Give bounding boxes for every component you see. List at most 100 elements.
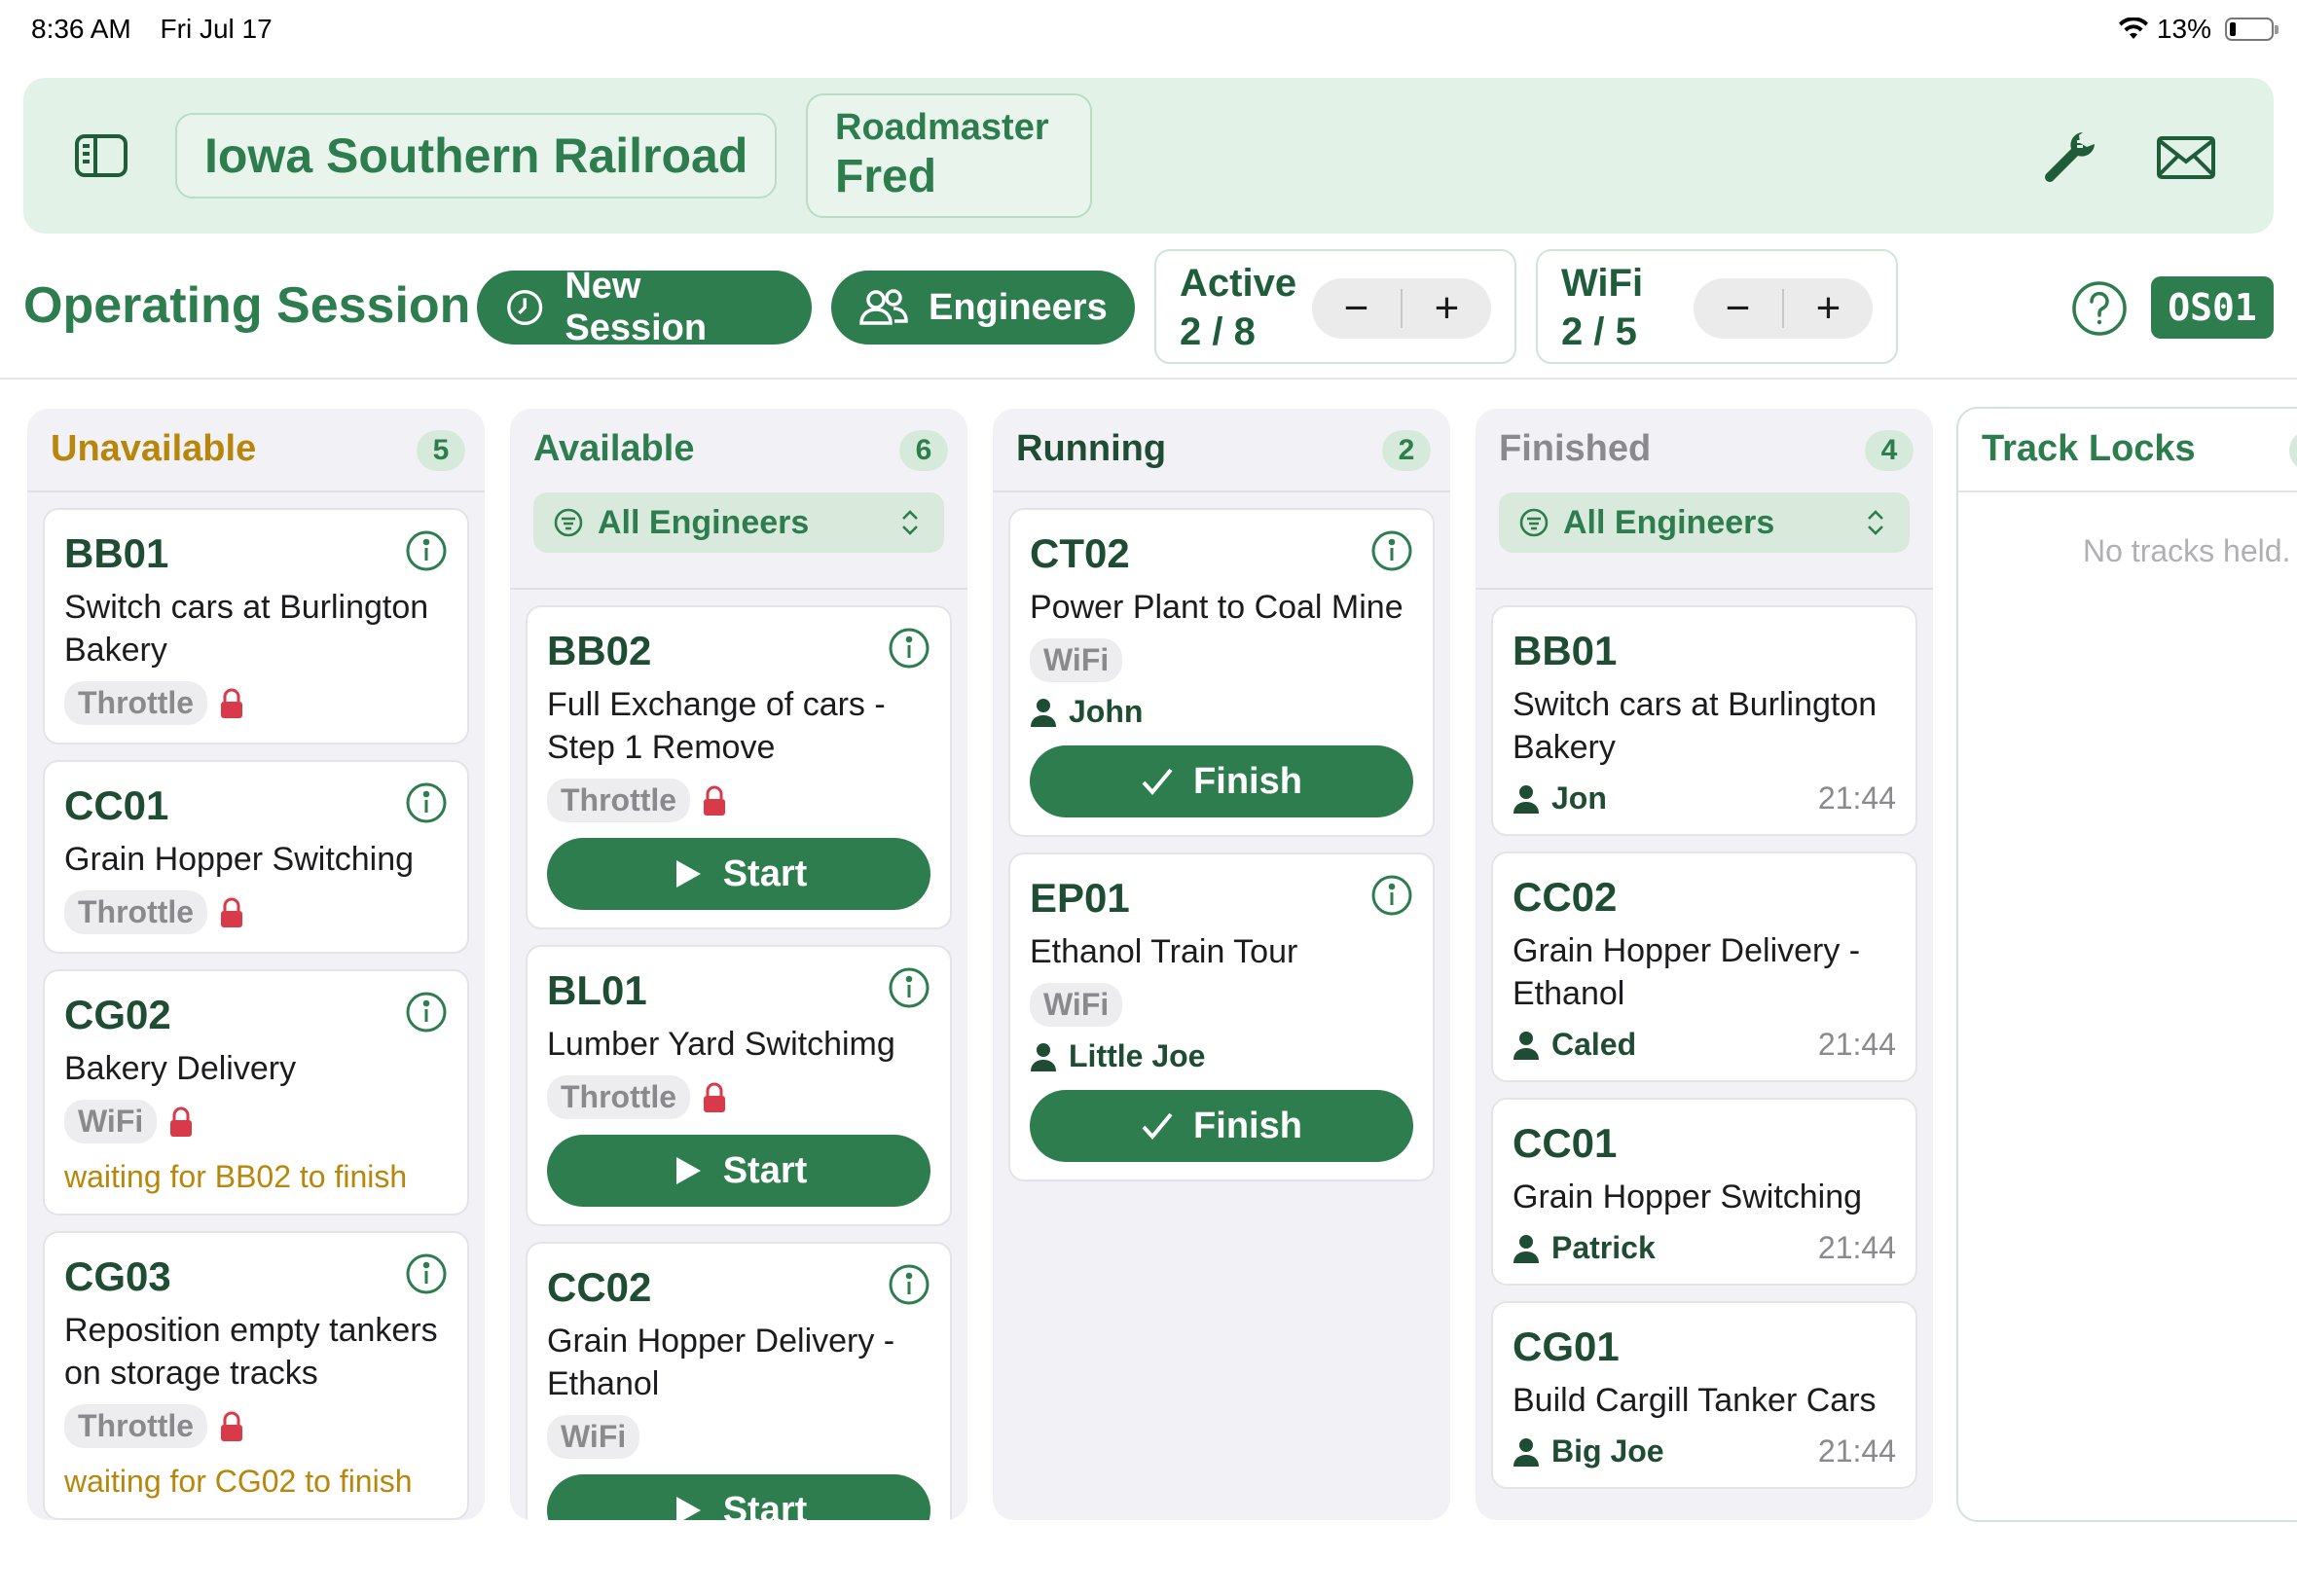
info-icon[interactable]	[888, 966, 930, 1009]
header-banner: Iowa Southern Railroad Roadmaster Fred	[23, 78, 2274, 234]
job-card[interactable]: CT02 Power Plant to Coal Mine WiFi John …	[1008, 508, 1435, 837]
column-running: Running 2 CT02 Power Plant to Coal Mine …	[993, 409, 1450, 1520]
track-locks-title: Track Locks	[1982, 428, 2196, 469]
finish-time: 21:44	[1817, 1027, 1896, 1062]
job-id: CG03	[64, 1253, 171, 1299]
control-tag: Throttle	[547, 779, 691, 822]
new-session-icon	[507, 289, 543, 326]
info-icon[interactable]	[1370, 874, 1413, 917]
start-button[interactable]: Start	[547, 1474, 930, 1520]
wifi-stepper: − +	[1694, 278, 1873, 339]
job-card[interactable]: CC02 Grain Hopper Delivery - Ethanol Cal…	[1491, 852, 1917, 1082]
control-tag: Throttle	[547, 1075, 691, 1119]
engineer-filter-select[interactable]: All Engineers	[533, 492, 944, 553]
lock-icon	[221, 688, 243, 718]
status-date: Fri Jul 17	[160, 14, 273, 44]
control-tag: Throttle	[64, 681, 208, 725]
job-card[interactable]: BB01 Switch cars at Burlington Bakery Jo…	[1491, 605, 1917, 836]
new-session-label: New Session	[565, 266, 708, 348]
job-card[interactable]: CG02 Bakery Delivery WiFi waiting for BB…	[43, 969, 469, 1215]
person-icon	[1031, 1042, 1056, 1071]
start-button[interactable]: Start	[547, 838, 930, 910]
play-icon	[675, 860, 701, 888]
job-description: Grain Hopper Delivery - Ethanol	[1513, 932, 1861, 1012]
column-count-badge: 2	[1382, 430, 1431, 471]
status-bar: 8:36 AM Fri Jul 17 13%	[0, 0, 2297, 62]
finish-button[interactable]: Finish	[1030, 1090, 1413, 1162]
wrench-icon[interactable]	[2038, 127, 2100, 189]
lock-icon	[221, 897, 243, 927]
column-header: Available 6	[510, 409, 967, 492]
empty-state-text: No tracks held.	[2083, 533, 2291, 568]
start-label: Start	[722, 1489, 808, 1521]
start-button[interactable]: Start	[547, 1135, 930, 1207]
active-decrement-button[interactable]: −	[1312, 278, 1401, 339]
wifi-value: 2 / 5	[1561, 310, 1637, 353]
info-icon[interactable]	[405, 1252, 448, 1295]
engineer-name: Jon	[1551, 780, 1607, 816]
info-icon[interactable]	[405, 781, 448, 824]
job-id: CC01	[1513, 1120, 1618, 1166]
column-count-badge: 6	[899, 430, 948, 471]
play-icon	[675, 1157, 701, 1184]
lock-icon	[170, 1106, 193, 1137]
info-icon[interactable]	[405, 991, 448, 1034]
user-role-box[interactable]: Roadmaster Fred	[806, 93, 1092, 218]
job-id: BB01	[64, 530, 169, 576]
person-icon	[1031, 698, 1056, 727]
info-icon[interactable]	[888, 1263, 930, 1306]
job-description: Lumber Yard Switchimg	[547, 1026, 895, 1063]
people-icon	[859, 289, 908, 325]
filter-icon	[1519, 508, 1549, 537]
job-id: CC02	[1513, 874, 1618, 920]
engineer-row: Big Joe 21:44	[1513, 1433, 1896, 1469]
wifi-decrement-button[interactable]: −	[1694, 278, 1782, 339]
job-card[interactable]: CC01 Grain Hopper Switching Patrick 21:4…	[1491, 1098, 1917, 1286]
checkmark-icon	[1142, 768, 1173, 796]
column-count-badge: 4	[1865, 430, 1914, 471]
info-icon[interactable]	[1370, 529, 1413, 572]
filter-icon	[554, 508, 583, 537]
job-card[interactable]: EP01 Ethanol Train Tour WiFi Little Joe …	[1008, 852, 1435, 1181]
job-card[interactable]: CC02 Grain Hopper Delivery - Ethanol WiF…	[526, 1242, 952, 1520]
toolbar-divider	[0, 378, 2297, 380]
railroad-name[interactable]: Iowa Southern Railroad	[175, 113, 778, 199]
person-icon	[1513, 1437, 1539, 1467]
control-tag: Throttle	[64, 890, 208, 934]
job-card[interactable]: BL01 Lumber Yard Switchimg Throttle Star…	[526, 945, 952, 1226]
engineers-button[interactable]: Engineers	[831, 271, 1135, 345]
job-description: Grain Hopper Switching	[64, 841, 415, 878]
wifi-increment-button[interactable]: +	[1784, 278, 1873, 339]
active-value: 2 / 8	[1180, 310, 1256, 353]
lock-icon	[221, 1411, 243, 1441]
job-card[interactable]: CG03 Reposition empty tankers on storage…	[43, 1231, 469, 1520]
job-card[interactable]: BB02 Full Exchange of cars - Step 1 Remo…	[526, 605, 952, 929]
job-card[interactable]: CC01 Grain Hopper Switching Throttle	[43, 760, 469, 954]
session-code-badge[interactable]: OS01	[2151, 276, 2274, 339]
chevron-updown-icon	[902, 510, 918, 535]
wifi-label: WiFi	[1561, 262, 1644, 305]
envelope-icon[interactable]	[2155, 127, 2217, 189]
help-icon[interactable]	[2071, 280, 2128, 337]
finish-button[interactable]: Finish	[1030, 745, 1413, 817]
engineer-name: Big Joe	[1551, 1433, 1664, 1469]
engineer-name: Caled	[1551, 1027, 1637, 1062]
track-locks-panel: Track Locks No tracks held.	[1956, 407, 2297, 1522]
waiting-note: waiting for CG02 to finish	[64, 1464, 413, 1499]
job-card[interactable]: BB01 Switch cars at Burlington Bakery Th…	[43, 508, 469, 744]
control-tag: WiFi	[1030, 983, 1123, 1027]
job-card[interactable]: CG01 Build Cargill Tanker Cars Big Joe 2…	[1491, 1301, 1917, 1489]
info-icon[interactable]	[405, 529, 448, 572]
active-increment-button[interactable]: +	[1403, 278, 1491, 339]
job-id: CT02	[1030, 530, 1130, 576]
battery-percent: 13%	[2156, 14, 2211, 44]
sidebar-toggle-icon[interactable]	[74, 128, 128, 183]
finish-time: 21:44	[1817, 780, 1896, 816]
control-tag: WiFi	[64, 1100, 158, 1143]
new-session-button[interactable]: New Session	[477, 266, 812, 348]
column-header: Finished 4	[1476, 409, 1933, 492]
engineer-filter-select[interactable]: All Engineers	[1499, 492, 1910, 553]
job-description: Full Exchange of cars - Step 1 Remove	[547, 686, 886, 766]
job-description: Grain Hopper Switching	[1513, 1179, 1863, 1215]
info-icon[interactable]	[888, 627, 930, 670]
